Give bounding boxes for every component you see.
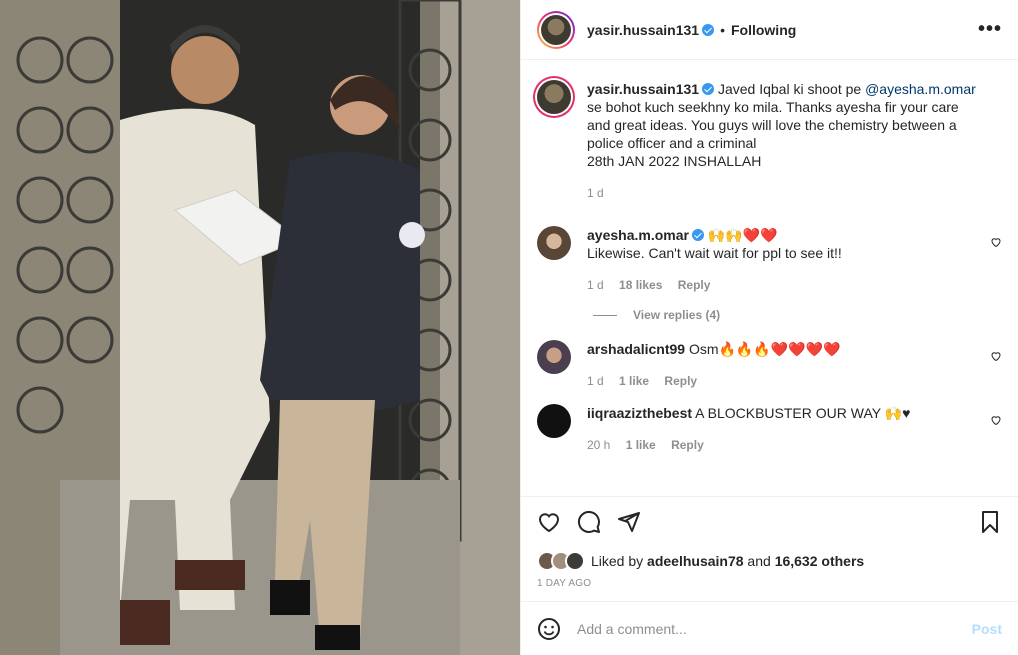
comment-text: A BLOCKBUSTER OUR WAY 🙌♥: [695, 405, 911, 421]
action-bar: [521, 496, 1018, 546]
post-photo[interactable]: [0, 0, 520, 655]
comment-username[interactable]: arshadalicnt99: [587, 341, 685, 357]
save-bookmark-icon[interactable]: [978, 510, 1002, 534]
post-header: yasir.hussain131 • Following •••: [521, 0, 1018, 60]
reply-button[interactable]: Reply: [664, 374, 697, 388]
verified-badge-icon: [702, 83, 715, 95]
comment-text: Osm🔥🔥🔥❤️❤️❤️❤️: [688, 341, 841, 357]
liked-by-user[interactable]: adeelhusain78: [647, 553, 744, 569]
replies-divider: [593, 314, 617, 316]
view-replies-label: View replies (4): [633, 308, 721, 322]
likes-summary: Liked by adeelhusain78 and 16,632 others: [521, 546, 1018, 576]
comment-item: arshadalicnt99 Osm🔥🔥🔥❤️❤️❤️❤️ 1 d 1 like…: [537, 340, 1002, 390]
header-separator: •: [720, 21, 725, 38]
author-avatar[interactable]: [537, 10, 575, 49]
comment-input[interactable]: [577, 620, 972, 637]
comment-item: iiqraazizthebest A BLOCKBUSTER OUR WAY 🙌…: [537, 404, 1002, 454]
caption-text-after: se bohot kuch seekhny ko mila. Thanks ay…: [587, 99, 959, 151]
post-photo-illustration: [0, 0, 520, 655]
comment-emoji: 🙌🙌❤️❤️: [707, 227, 778, 243]
likes-middle: and: [743, 553, 775, 569]
comments-list[interactable]: yasir.hussain131 Javed Iqbal ki shoot pe…: [521, 60, 1018, 496]
comment-time[interactable]: 1 d: [587, 278, 604, 292]
post-side-panel: yasir.hussain131 • Following ••• yasir.h…: [520, 0, 1018, 655]
comment-item: ayesha.m.omar 🙌🙌❤️❤️ Likewise. Can't wai…: [537, 226, 1002, 294]
comment-like-heart-icon[interactable]: [990, 350, 1002, 362]
emoji-icon[interactable]: [537, 617, 561, 641]
likes-prefix: Liked by: [591, 553, 648, 569]
posted-time[interactable]: 1 DAY AGO: [521, 576, 1018, 601]
more-options-icon[interactable]: •••: [978, 18, 1002, 41]
share-send-icon[interactable]: [617, 510, 641, 534]
comment-time[interactable]: 20 h: [587, 438, 610, 452]
comment-username[interactable]: iiqraazizthebest: [587, 405, 692, 421]
comment-time[interactable]: 1 d: [587, 374, 604, 388]
post-button[interactable]: Post: [972, 621, 1002, 637]
caption-mention[interactable]: @ayesha.m.omar: [865, 81, 976, 97]
add-comment-bar: Post: [521, 601, 1018, 655]
likes-others[interactable]: 16,632 others: [775, 553, 865, 569]
reply-button[interactable]: Reply: [678, 278, 711, 292]
comment-bubble-icon[interactable]: [577, 510, 601, 534]
liker-avatar: [565, 551, 585, 571]
comment-likes[interactable]: 1 like: [619, 374, 649, 388]
comment-text: Likewise. Can't wait wait for ppl to see…: [587, 245, 842, 261]
caption-username[interactable]: yasir.hussain131: [587, 81, 699, 97]
commenter-avatar[interactable]: [537, 226, 571, 260]
view-replies-button[interactable]: View replies (4): [593, 308, 1002, 322]
caption: yasir.hussain131 Javed Iqbal ki shoot pe…: [537, 80, 1002, 202]
caption-text-before: Javed Iqbal ki shoot pe: [717, 81, 866, 97]
comment-likes[interactable]: 1 like: [626, 438, 656, 452]
comment-username[interactable]: ayesha.m.omar: [587, 227, 689, 243]
verified-badge-icon: [691, 229, 704, 241]
like-heart-icon[interactable]: [537, 510, 561, 534]
comment-like-heart-icon[interactable]: [990, 414, 1002, 426]
reply-button[interactable]: Reply: [671, 438, 704, 452]
caption-time[interactable]: 1 d: [587, 186, 604, 200]
verified-badge-icon: [702, 23, 715, 36]
commenter-avatar[interactable]: [537, 340, 571, 374]
following-button[interactable]: Following: [731, 22, 796, 38]
caption-text-line2: 28th JAN 2022 INSHALLAH: [587, 153, 762, 169]
caption-avatar[interactable]: [537, 80, 571, 114]
author-username[interactable]: yasir.hussain131: [587, 22, 699, 38]
commenter-avatar[interactable]: [537, 404, 571, 438]
liker-avatars: [537, 551, 585, 571]
comment-likes[interactable]: 18 likes: [619, 278, 662, 292]
comment-like-heart-icon[interactable]: [990, 236, 1002, 248]
